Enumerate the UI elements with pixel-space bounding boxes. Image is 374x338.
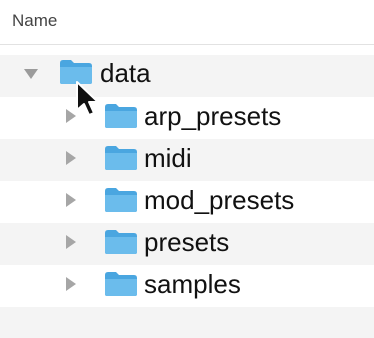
folder-icon — [105, 146, 137, 170]
disclosure-closed-icon[interactable] — [66, 193, 76, 207]
row-stripe — [0, 307, 374, 338]
folder-icon — [105, 230, 137, 254]
folder-icon — [105, 272, 137, 296]
tree-row-arp-presets[interactable]: arp_presets — [0, 95, 374, 137]
disclosure-closed-icon[interactable] — [66, 151, 76, 165]
disclosure-open-icon[interactable] — [24, 69, 38, 79]
tree-row-mod-presets[interactable]: mod_presets — [0, 179, 374, 221]
tree-row-data[interactable]: data — [0, 53, 374, 95]
tree-label-mod-presets: mod_presets — [144, 185, 295, 215]
tree-label-data: data — [100, 58, 151, 88]
tree-row-samples[interactable]: samples — [0, 263, 374, 305]
tree-label-samples: samples — [144, 269, 241, 299]
tree-row-presets[interactable]: presets — [0, 221, 374, 263]
tree-row-midi[interactable]: midi — [0, 137, 374, 179]
column-header[interactable]: Name — [0, 0, 374, 45]
mouse-pointer-icon — [76, 81, 99, 116]
disclosure-closed-icon[interactable] — [66, 277, 76, 291]
tree-label-presets: presets — [144, 227, 230, 257]
disclosure-closed-icon[interactable] — [66, 235, 76, 249]
folder-icon — [105, 104, 137, 128]
folder-icon — [105, 188, 137, 212]
tree-label-arp-presets: arp_presets — [144, 101, 282, 131]
name-column-label: Name — [12, 11, 58, 30]
tree-label-midi: midi — [144, 143, 192, 173]
